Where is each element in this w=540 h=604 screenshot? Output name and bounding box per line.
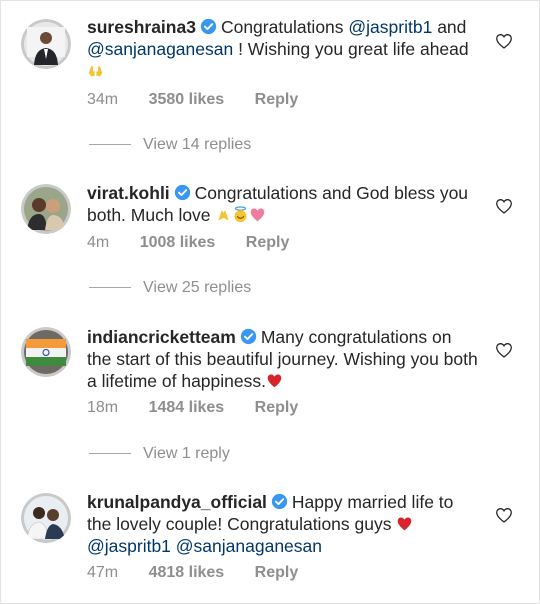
verified-badge-icon — [200, 18, 217, 35]
likes-count[interactable]: 4818 likes — [149, 564, 225, 582]
view-replies-button[interactable]: View 25 replies — [89, 279, 251, 297]
raising-hands-icon — [87, 62, 104, 79]
comment-meta: 47m 4818 likes Reply — [87, 564, 298, 582]
comment-meta: 34m 3580 likes Reply — [87, 91, 298, 109]
verified-badge-icon — [174, 184, 191, 201]
comment-time: 34m — [87, 91, 119, 108]
smiling-halo-icon — [232, 206, 249, 223]
reply-button[interactable]: Reply — [255, 91, 299, 109]
man-in-suit-avatar-icon — [21, 19, 71, 69]
indian-flag-team-avatar-icon — [21, 327, 71, 377]
two-men-avatar-icon — [21, 493, 71, 543]
verified-badge-icon — [240, 328, 257, 345]
replies-divider — [89, 287, 131, 289]
like-heart-icon[interactable] — [495, 342, 513, 358]
like-heart-icon[interactable] — [495, 507, 513, 523]
likes-count[interactable]: 1008 likes — [140, 234, 216, 252]
replies-divider — [89, 144, 131, 146]
likes-count[interactable]: 3580 likes — [149, 91, 225, 109]
verified-badge-icon — [271, 493, 288, 510]
comment-username[interactable]: sureshraina3 — [87, 17, 196, 37]
mention-link[interactable]: @sanjanaganesan — [87, 39, 233, 59]
mention-link[interactable]: @sanjanaganesan — [176, 536, 322, 556]
red-heart-icon — [266, 372, 283, 389]
comment-meta: 18m 1484 likes Reply — [87, 399, 298, 417]
reply-button[interactable]: Reply — [246, 234, 290, 252]
comment-text: krunalpandya_official Happy married life … — [87, 492, 454, 556]
comment-meta: 4m 1008 likes Reply — [87, 234, 289, 252]
comment-time: 18m — [87, 399, 119, 416]
comment-text: indiancricketteam Many congratulations on… — [87, 327, 478, 391]
likes-count[interactable]: 1484 likes — [149, 399, 225, 417]
sparkling-heart-icon — [249, 206, 266, 223]
like-heart-icon[interactable] — [495, 198, 513, 214]
comment-time: 47m — [87, 564, 119, 581]
comment-username[interactable]: krunalpandya_official — [87, 492, 267, 512]
avatar[interactable] — [21, 184, 71, 234]
like-heart-icon[interactable] — [495, 33, 513, 49]
view-replies-button[interactable]: View 14 replies — [89, 136, 251, 154]
replies-divider — [89, 453, 131, 455]
avatar[interactable] — [21, 493, 71, 543]
mention-link[interactable]: @jaspritb1 — [87, 536, 171, 556]
avatar[interactable] — [21, 327, 71, 377]
red-heart-icon — [396, 515, 413, 532]
reply-button[interactable]: Reply — [255, 399, 299, 417]
comment-time: 4m — [87, 234, 110, 251]
comment-text: sureshraina3 Congratulations @jaspritb1 a… — [87, 16, 479, 82]
comment-username[interactable]: virat.kohli — [87, 183, 170, 203]
view-replies-button[interactable]: View 1 reply — [89, 445, 230, 463]
mention-link[interactable]: @jaspritb1 — [348, 17, 432, 37]
avatar[interactable] — [21, 19, 71, 69]
couple-avatar-icon — [21, 184, 71, 234]
folded-hands-icon — [215, 206, 232, 223]
comment-text: virat.kohli Congratulations and God bless… — [87, 183, 469, 225]
comments-panel: sureshraina3 Congratulations @jaspritb1 a… — [0, 0, 540, 604]
comment-username[interactable]: indiancricketteam — [87, 327, 236, 347]
reply-button[interactable]: Reply — [255, 564, 299, 582]
